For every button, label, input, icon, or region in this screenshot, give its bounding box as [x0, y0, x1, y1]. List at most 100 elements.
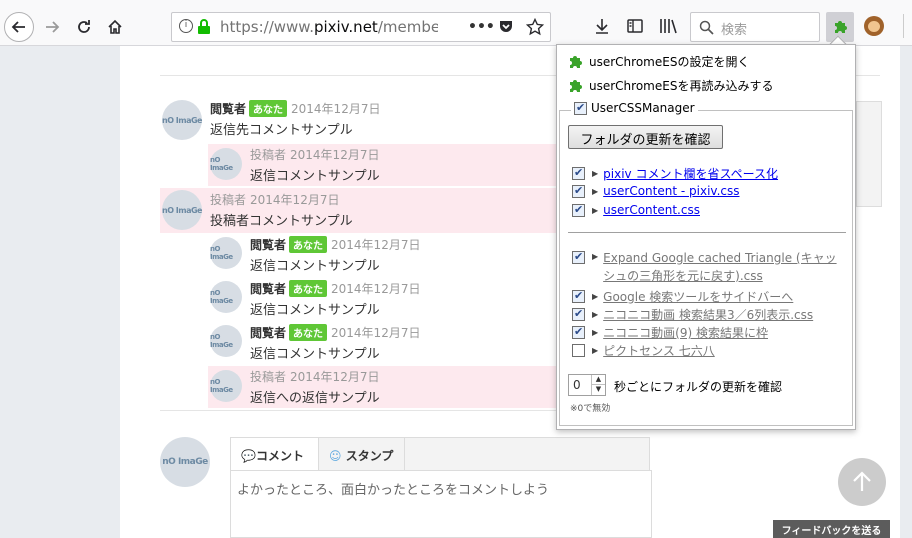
comment-item: 投稿者 2014年12月7日 返信への返信サンプル [250, 368, 380, 406]
expand-triangle-icon[interactable]: ▶ [592, 252, 598, 261]
avatar: nO ImaGe [210, 281, 242, 313]
style-row[interactable]: ▶ pixiv コメント欄を省スペース化 [572, 165, 778, 182]
tab-comment[interactable]: 💬コメント [231, 438, 319, 471]
comment-text: 返信コメントサンプル [250, 169, 380, 184]
home-icon [108, 19, 122, 34]
avatar: nO ImaGe [210, 370, 242, 402]
style-checkbox[interactable] [572, 325, 585, 339]
forward-button[interactable] [40, 15, 64, 39]
search-icon [699, 20, 714, 35]
style-link-multiline[interactable]: Expand Google cached Triangle (キャッ シュの三角… [603, 249, 836, 285]
comment-text: 返信への返信サンプル [250, 391, 380, 406]
style-checkbox[interactable] [572, 307, 585, 321]
expand-triangle-icon[interactable]: ▶ [592, 169, 598, 178]
lock-icon [198, 19, 210, 34]
style-link[interactable]: Google 検索ツールをサイドバーへ [603, 288, 793, 305]
style-link[interactable]: ニコニコ動画 検索結果3／6列表示.css [603, 306, 813, 323]
style-row[interactable]: ▶ Google 検索ツールをサイドバーへ [572, 288, 793, 305]
back-button[interactable] [4, 12, 34, 42]
separator [568, 232, 846, 234]
download-icon[interactable] [594, 18, 610, 34]
avatar: nO ImaGe [162, 190, 202, 230]
commenter-name[interactable]: 投稿者 [210, 193, 246, 207]
style-row[interactable]: ▶ Expand Google cached Triangle (キャッ シュの… [572, 249, 837, 285]
style-link[interactable]: ニコニコ動画(9) 検索結果に枠 [603, 324, 768, 341]
comment-input[interactable]: よかったところ、面白かったところをコメントしよう [230, 470, 652, 538]
comment-date: 2014年12月7日 [331, 238, 421, 252]
puzzle-icon [570, 55, 582, 68]
style-link-continued[interactable]: シュの三角形を元に戻す).css [603, 267, 836, 285]
style-row[interactable]: ▶ ニコニコ動画(9) 検索結果に枠 [572, 324, 768, 341]
style-link[interactable]: ピクトセンス 七六八 [603, 342, 715, 359]
interval-spinner[interactable]: 0 ▲ ▼ [568, 374, 606, 396]
search-bar[interactable]: 検索 [690, 12, 820, 42]
menu-reload[interactable]: userChromeESを再読み込みする [567, 77, 773, 94]
commenter-name[interactable]: 投稿者 [250, 370, 286, 384]
menu-open-settings-label: userChromeESの設定を開く [589, 55, 750, 69]
usercssmanager-group: フォルダの更新を確認 ▶ pixiv コメント欄を省スペース化 ▶ userCont… [559, 110, 853, 426]
forward-arrow-icon [46, 21, 60, 33]
expand-triangle-icon[interactable]: ▶ [592, 346, 598, 355]
menu-open-settings[interactable]: userChromeESの設定を開く [567, 53, 749, 70]
style-checkbox[interactable] [572, 289, 585, 303]
scroll-to-top-button[interactable] [838, 458, 886, 506]
commenter-name[interactable]: 閲覧者 [250, 282, 286, 296]
interval-value[interactable]: 0 [573, 378, 581, 392]
group-legend[interactable]: UserCSSManager [571, 101, 698, 115]
overflow-menu-edge[interactable] [903, 14, 912, 38]
sidebar-icon[interactable] [627, 18, 643, 34]
comment-date: 2014年12月7日 [331, 326, 421, 340]
library-icon[interactable] [659, 18, 677, 34]
monkey-icon[interactable] [864, 16, 884, 36]
spin-down-button[interactable]: ▼ [591, 385, 605, 395]
avatar: nO ImaGe [210, 237, 242, 269]
style-link[interactable]: userContent.css [603, 203, 700, 217]
style-checkbox[interactable] [572, 250, 585, 264]
puzzle-icon [570, 79, 582, 92]
comment-date: 2014年12月7日 [331, 282, 421, 296]
url-bar[interactable]: i https://www.pixiv.net/member_ ••• [171, 12, 551, 42]
comment-item: 閲覧者 あなた 2014年12月7日 返信コメントサンプル [250, 324, 420, 362]
composer-tabs: 💬コメント ☺ スタンプ [230, 437, 650, 471]
comment-text: 返信コメントサンプル [250, 303, 380, 318]
check-folder-update-button[interactable]: フォルダの更新を確認 [568, 125, 723, 149]
style-link[interactable]: pixiv コメント欄を省スペース化 [603, 165, 778, 182]
you-badge: あなた [289, 324, 328, 341]
usercssmanager-checkbox[interactable] [574, 101, 587, 115]
commenter-name[interactable]: 閲覧者 [250, 238, 286, 252]
style-checkbox[interactable] [572, 166, 585, 180]
comment-item: 投稿者 2014年12月7日 投稿者コメントサンプル [210, 191, 353, 229]
comment-date: 2014年12月7日 [290, 370, 380, 384]
commenter-name[interactable]: 閲覧者 [250, 326, 286, 340]
monkey-face [868, 21, 880, 32]
tab-stamp[interactable]: ☺ スタンプ [319, 438, 405, 471]
bookmark-star-icon[interactable] [526, 18, 544, 36]
style-row[interactable]: ▶ ニコニコ動画 検索結果3／6列表示.css [572, 306, 813, 323]
expand-triangle-icon[interactable]: ▶ [592, 187, 598, 196]
home-button[interactable] [103, 15, 127, 39]
comment-date: 2014年12月7日 [250, 193, 340, 207]
reload-button[interactable] [72, 15, 96, 39]
style-checkbox[interactable] [572, 203, 585, 217]
page-actions-button[interactable]: ••• [468, 19, 495, 35]
style-checkbox[interactable] [572, 184, 585, 198]
commenter-name[interactable]: 閲覧者 [210, 102, 246, 116]
expand-triangle-icon[interactable]: ▶ [592, 328, 598, 337]
interval-note: ※0で無効 [570, 404, 611, 414]
style-row[interactable]: ▶ userContent - pixiv.css [572, 184, 740, 198]
interval-label: 秒ごとにフォルダの更新を確認 [614, 380, 783, 394]
spin-up-button[interactable]: ▲ [591, 375, 605, 385]
you-badge: あなた [289, 280, 328, 297]
style-row[interactable]: ▶ userContent.css [572, 203, 700, 217]
feedback-button[interactable]: フィードバックを送る [773, 520, 890, 538]
style-checkbox[interactable] [572, 344, 585, 357]
pocket-icon[interactable] [498, 19, 514, 35]
style-row[interactable]: ▶ ピクトセンス 七六八 [572, 342, 715, 359]
expand-triangle-icon[interactable]: ▶ [592, 206, 598, 215]
expand-triangle-icon[interactable]: ▶ [592, 292, 598, 301]
info-icon[interactable]: i [179, 19, 193, 33]
commenter-name[interactable]: 投稿者 [250, 148, 286, 162]
style-link[interactable]: Expand Google cached Triangle (キャッ [603, 249, 836, 267]
expand-triangle-icon[interactable]: ▶ [592, 310, 598, 319]
style-link[interactable]: userContent - pixiv.css [603, 184, 739, 198]
